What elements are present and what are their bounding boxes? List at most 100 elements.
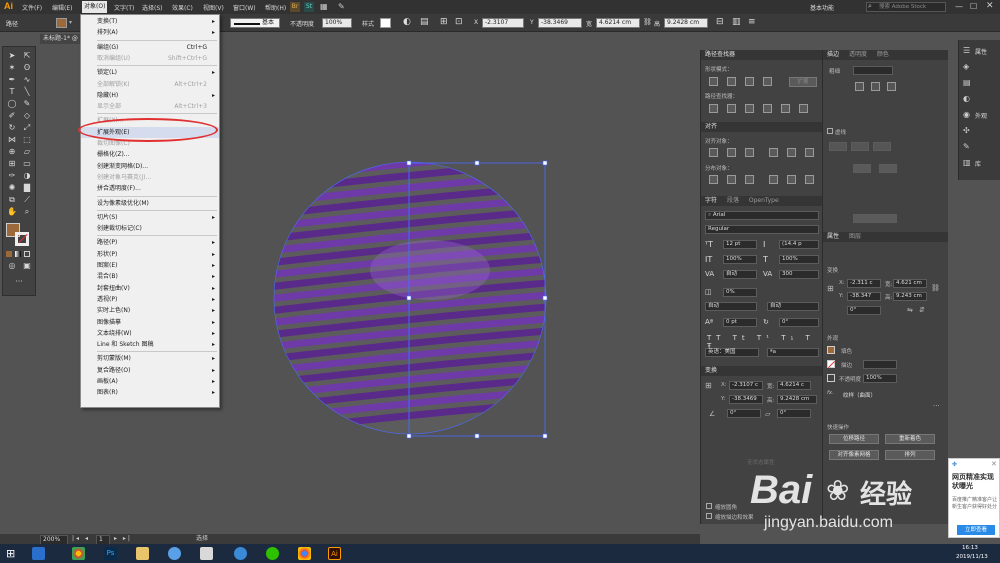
menu-select[interactable]: 选择(S) (142, 3, 163, 12)
kerning-field[interactable]: 自动 (723, 270, 757, 279)
ie-icon[interactable] (32, 547, 45, 560)
object-menu-item[interactable]: 画板(A) ▸ (81, 376, 219, 387)
arrange-button[interactable]: 排列 (885, 450, 935, 460)
aki-left-field[interactable]: 自动 (705, 302, 757, 311)
object-menu-item[interactable]: 封套扭曲(V) ▸ (81, 283, 219, 294)
zoom-tool-icon[interactable]: ⌕ (20, 207, 34, 217)
distribute-vcenter-icon[interactable] (727, 175, 736, 184)
window-app-icon[interactable] (200, 547, 213, 560)
fx-icon[interactable]: fx. (827, 390, 834, 396)
expand-button[interactable]: 扩展 (789, 77, 817, 87)
blend-tool-icon[interactable]: ◑ (20, 171, 34, 181)
transform-panel-header[interactable]: 变换 (701, 366, 822, 376)
symbols-dock-icon[interactable]: ✣ (963, 126, 970, 135)
offset-path-button[interactable]: 位移路径 (829, 434, 879, 444)
windows-start-icon[interactable]: ⊞ (6, 547, 15, 560)
tab-properties[interactable]: 属性 (827, 232, 839, 242)
selection-handle[interactable] (542, 433, 548, 439)
object-menu-item[interactable]: 路径(P) ▸ (81, 237, 219, 248)
align-hcenter-icon[interactable] (727, 148, 736, 157)
object-menu-item[interactable]: 变换(T) ▸ (81, 16, 219, 27)
selection-tool-icon[interactable]: ➤ (5, 51, 19, 61)
libraries-dock-icon[interactable]: ▤ (963, 78, 971, 87)
object-menu-item[interactable]: 切片(S) ▸ (81, 212, 219, 223)
distribute-left-icon[interactable] (769, 175, 778, 184)
reference-point-locator-icon[interactable]: ⊞ (705, 381, 712, 390)
more-options-icon[interactable]: ··· (933, 402, 940, 410)
properties-dock-icon[interactable]: ☰ (963, 46, 970, 55)
object-menu-item[interactable]: Line 和 Sketch 图稿 ▸ (81, 339, 219, 350)
link-proportions-icon[interactable]: ⛓ (931, 284, 940, 292)
minimize-icon[interactable]: — (955, 2, 963, 11)
aki-right-field[interactable]: 自动 (767, 302, 819, 311)
object-menu-item[interactable]: 复合路径(O) ▸ (81, 365, 219, 376)
selection-handle[interactable] (406, 295, 412, 301)
menu-object[interactable]: 对象(O) (82, 1, 108, 13)
menu-file[interactable]: 文件(F) (22, 3, 42, 12)
props-opacity-field[interactable]: 100% (863, 374, 897, 383)
constrain-proportions-icon[interactable]: ⛓ (643, 18, 652, 26)
tab-color[interactable]: 颜色 (877, 50, 889, 60)
font-style-field[interactable]: Regular (705, 225, 819, 234)
transform-y-field[interactable]: -38.3469 (729, 395, 763, 404)
transform-shear-field[interactable]: 0° (777, 409, 811, 418)
object-menu-item[interactable]: 图像描摹 ▸ (81, 317, 219, 328)
tab-character[interactable]: 字符 (705, 196, 717, 206)
selection-handle[interactable] (474, 433, 480, 439)
graphic-style-swatch[interactable] (380, 18, 391, 28)
object-menu-item[interactable]: 透视(P) ▸ (81, 294, 219, 305)
pathfinder-panel-header[interactable]: 路径查找器 (701, 50, 822, 60)
outline-icon[interactable] (781, 104, 790, 113)
y-field[interactable]: -38.3469 (538, 18, 582, 28)
opacity-field[interactable]: 100% (322, 18, 352, 28)
arrange-icon[interactable]: ▥ (732, 17, 741, 27)
object-menu-item[interactable]: 设为像素级优化(M) (81, 198, 219, 209)
scale-strokes-checkbox[interactable] (706, 513, 712, 519)
object-menu-item[interactable]: 创建对象马赛克(J)... (81, 172, 219, 183)
object-menu-item[interactable]: 隐藏(H) ▸ (81, 90, 219, 101)
stroke-weight-field[interactable] (853, 66, 893, 75)
object-menu-item[interactable]: 全部解锁(K) Alt+Ctrl+2 (81, 79, 219, 90)
library-dock-label[interactable]: 库 (975, 159, 981, 168)
language-field[interactable]: 英语：美国 (705, 348, 759, 357)
file-explorer-icon[interactable] (136, 547, 149, 560)
paintbrush-tool-icon[interactable]: ✎ (20, 99, 34, 109)
color-dock-icon[interactable]: ◐ (963, 94, 970, 103)
h-field[interactable]: 9.2428 cm (664, 18, 708, 28)
transform-w-field[interactable]: 4.6214 c (777, 381, 811, 390)
object-menu-item[interactable]: 排列(A) ▸ (81, 27, 219, 38)
eyedropper-tool-icon[interactable]: ✑ (5, 171, 19, 181)
artboard-nav-first[interactable]: |◂ ◂ (72, 534, 90, 544)
recolor-icon[interactable]: ◐ (403, 17, 411, 27)
selection-handle[interactable] (406, 433, 412, 439)
flip-icons[interactable]: ⇋ ⇵ (907, 306, 927, 314)
object-menu-item[interactable]: 图表(R) ▸ (81, 387, 219, 398)
font-size-field[interactable]: 12 pt (723, 240, 757, 249)
object-menu-item[interactable]: 显示全部 Alt+Ctrl+3 (81, 101, 219, 112)
minus-back-icon[interactable] (799, 104, 808, 113)
selection-handle[interactable] (542, 160, 548, 166)
object-menu-item[interactable]: 拼合透明度(F)... (81, 183, 219, 194)
tab-transparency[interactable]: 透明度 (849, 50, 867, 60)
workspace-switcher[interactable]: 基本功能 (810, 3, 834, 12)
chrome-active-icon[interactable] (298, 547, 311, 560)
document-tab[interactable]: 未标题-1* @ (40, 34, 80, 44)
more-tools-icon[interactable]: ··· (12, 277, 26, 287)
selection-handle[interactable] (406, 160, 412, 166)
object-menu-item[interactable]: 实时上色(N) ▸ (81, 305, 219, 316)
props-x-field[interactable]: -2.311 c (847, 279, 881, 288)
align-vcenter-icon[interactable] (787, 148, 796, 157)
distribute-top-icon[interactable] (709, 175, 718, 184)
panel-menu-icon[interactable]: ≡ (748, 17, 756, 27)
grid-layout-icon[interactable]: ▦ (320, 2, 332, 12)
artboard-tool-icon[interactable]: ⧉ (5, 195, 19, 205)
minus-front-icon[interactable] (727, 77, 736, 86)
bridge-icon[interactable]: Br (290, 2, 300, 12)
unite-icon[interactable] (709, 77, 718, 86)
stroke-color-box[interactable] (15, 232, 29, 246)
object-menu-item[interactable]: 创建渐变网格(D)... (81, 161, 219, 172)
x-field[interactable]: -2.3107 (482, 18, 524, 28)
align-panel-header[interactable]: 对齐 (701, 122, 822, 132)
color-mode-icon[interactable] (6, 251, 12, 257)
align-icon[interactable]: ▤ (420, 17, 429, 27)
